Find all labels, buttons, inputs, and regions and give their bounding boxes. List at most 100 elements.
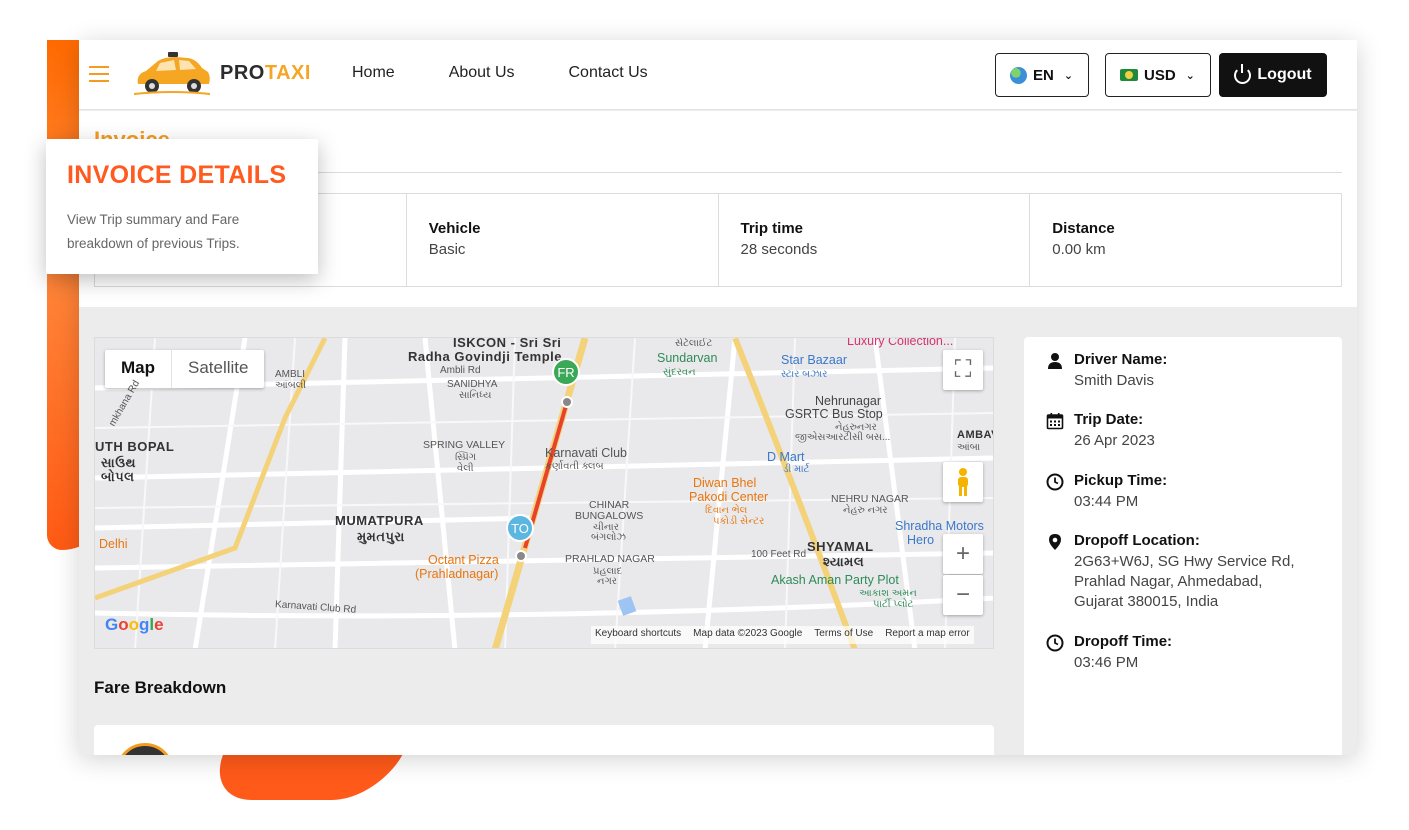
map-label: Radha Govindji Temple <box>408 349 563 364</box>
nav-about-us[interactable]: About Us <box>449 64 515 82</box>
summary-value: 0.00 km <box>1052 241 1106 258</box>
map-label: શ્યામલ <box>823 554 865 569</box>
map-label: PRAHLAD NAGAR <box>565 553 655 565</box>
header: PROTAXI Home About Us Contact Us EN ⌄ US… <box>79 40 1357 110</box>
user-icon <box>1048 353 1062 369</box>
clock-icon <box>1046 473 1064 490</box>
map-label: જીએસઆરટીસી બસ... <box>795 432 891 443</box>
zoom-in-button[interactable]: + <box>943 534 983 574</box>
map-label: સેટેલાઈટ <box>675 338 713 349</box>
map-label: ડી માર્ટ <box>783 464 810 475</box>
summary-value: 28 seconds <box>740 241 818 258</box>
language-value: EN <box>1033 66 1054 84</box>
map-label: Sundarvan <box>657 351 718 365</box>
google-logo: Google <box>105 615 164 634</box>
detail-label: Dropoff Location: <box>1074 531 1200 549</box>
chevron-down-icon: ⌄ <box>1063 69 1074 82</box>
map-label: Shradha Motors <box>895 519 984 533</box>
map-label: Karnavati Club <box>545 446 627 460</box>
zoom-out-button[interactable]: − <box>943 575 983 615</box>
nav-contact-us[interactable]: Contact Us <box>569 64 648 82</box>
logout-button[interactable]: Logout <box>1219 53 1327 97</box>
map-label: પકોડી સેન્ટર <box>713 516 765 527</box>
map-label: આંબલી <box>275 380 307 391</box>
clock-icon <box>1046 634 1064 651</box>
map-label: સ્ટાર બઝાર <box>781 369 828 380</box>
detail-pickup-time: Pickup Time: 03:44 PM <box>1046 472 1342 512</box>
location-pin-icon <box>1049 533 1061 550</box>
tooltip-title: INVOICE DETAILS <box>67 161 287 189</box>
fare-breakdown-title: Fare Breakdown <box>94 678 227 697</box>
map-label: GSRTC Bus Stop <box>785 407 883 421</box>
currency-flag-icon <box>1120 69 1138 81</box>
map-label: બોપલ <box>101 469 135 484</box>
map-label: આકાશ અમન <box>859 588 917 599</box>
report-error-link[interactable]: Report a map error <box>885 628 969 642</box>
map-label: આંબા <box>957 442 981 453</box>
map-label: નગર <box>597 576 617 587</box>
avatar <box>116 743 174 755</box>
map-label: SANIDHYA <box>447 379 498 390</box>
map-label: Akash Aman Party Plot <box>771 573 899 587</box>
summary-cell-distance: Distance 0.00 km <box>1029 194 1341 286</box>
fullscreen-icon[interactable]: ⛶ <box>943 350 983 390</box>
map-label: સુંદરવન <box>663 367 696 378</box>
street-view-pegman-icon[interactable] <box>943 462 983 502</box>
pickup-marker[interactable]: FR <box>552 358 580 386</box>
keyboard-shortcuts-link[interactable]: Keyboard shortcuts <box>595 628 681 642</box>
map-label: (Prahladnagar) <box>415 567 499 581</box>
detail-trip-date: Trip Date: 26 Apr 2023 <box>1046 411 1342 451</box>
map-label: મુમતપુરા <box>357 529 405 544</box>
fare-breakdown-card <box>94 725 994 755</box>
map-label: Pakodi Center <box>689 490 769 504</box>
map-label: Octant Pizza <box>428 553 499 567</box>
map-type-satellite[interactable]: Satellite <box>172 350 264 388</box>
map-label: Diwan Bhel <box>693 476 757 490</box>
detail-dropoff-time: Dropoff Time: 03:46 PM <box>1046 633 1342 673</box>
map-label: સ્પ્રિંગ <box>455 452 476 463</box>
map-label: બંગલોઝ <box>591 532 626 543</box>
detail-value: 03:46 PM <box>1074 653 1139 671</box>
trip-map[interactable]: Map Satellite ISKCON - Sri Sri Radha Gov… <box>94 337 994 649</box>
dropoff-marker[interactable]: TO <box>506 514 534 542</box>
detail-value: 2G63+W6J, SG Hwy Service Rd, Prahlad Nag… <box>1074 552 1295 611</box>
currency-selector[interactable]: USD ⌄ <box>1105 53 1211 97</box>
detail-label: Pickup Time: <box>1074 471 1168 489</box>
power-icon <box>1234 63 1252 84</box>
detail-label: Driver Name: <box>1074 351 1168 368</box>
nav-home[interactable]: Home <box>352 64 395 82</box>
map-label: Ambli Rd <box>440 365 481 376</box>
language-selector[interactable]: EN ⌄ <box>995 53 1089 97</box>
menu-icon[interactable] <box>89 66 109 82</box>
chevron-down-icon: ⌄ <box>1185 69 1195 82</box>
detail-value: 26 Apr 2023 <box>1074 432 1155 450</box>
calendar-icon <box>1046 413 1064 430</box>
map-label: પાર્ટી પ્લોટ <box>873 599 914 610</box>
logout-label: Logout <box>1257 66 1312 83</box>
summary-value: Basic <box>428 241 466 258</box>
map-label: SPRING VALLEY <box>423 439 506 451</box>
detail-label: Trip Date: <box>1074 411 1144 429</box>
map-label: BUNGALOWS <box>575 510 644 522</box>
map-label: નેહરુ નગર <box>843 505 888 516</box>
map-label: સાનિધ્ય <box>459 390 492 401</box>
detail-value: 03:44 PM <box>1074 492 1139 510</box>
map-label: Luxury Collection... <box>847 337 954 348</box>
detail-label: Dropoff Time: <box>1074 632 1173 650</box>
map-label: 100 Feet Rd <box>751 549 807 560</box>
map-label: AMBAV <box>957 429 993 441</box>
map-label: D Mart <box>767 450 805 464</box>
terms-link[interactable]: Terms of Use <box>814 628 873 642</box>
main-nav: Home About Us Contact Us <box>352 64 648 82</box>
pegman-icon <box>958 468 968 496</box>
summary-label: Trip time <box>740 220 804 237</box>
brand-name[interactable]: PROTAXI <box>220 62 311 85</box>
map-label: Star Bazaar <box>781 353 848 367</box>
map-label: કર્ણાવતી ક્લબ <box>545 461 604 472</box>
summary-label: Vehicle <box>428 220 481 237</box>
summary-cell-vehicle: Vehicle Basic <box>405 194 718 286</box>
map-attribution: Keyboard shortcuts Map data ©2023 Google… <box>591 626 974 644</box>
summary-label: Distance <box>1052 220 1115 237</box>
map-label: વેલી <box>457 463 474 474</box>
taxi-car-logo-icon <box>133 52 211 95</box>
